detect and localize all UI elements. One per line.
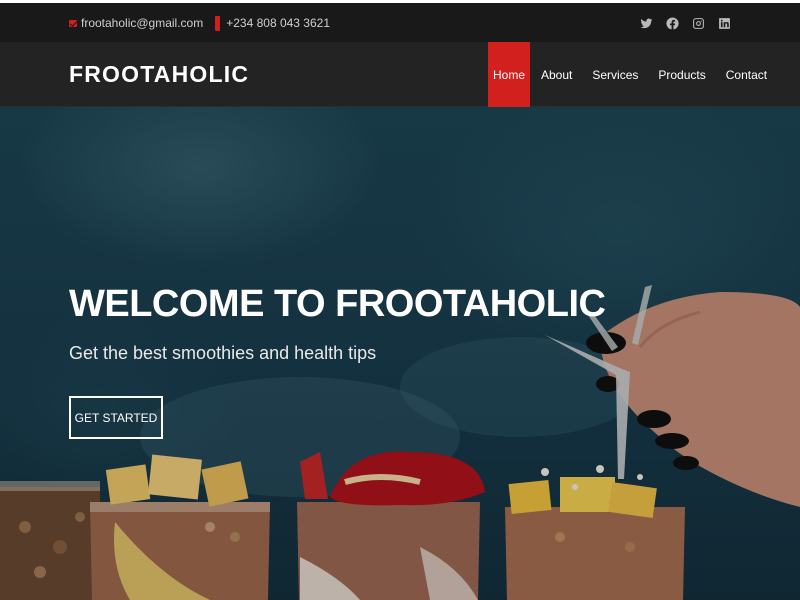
hero-subtitle: Get the best smoothies and health tips (69, 343, 377, 363)
mail-icon (69, 19, 77, 27)
twitter-icon[interactable] (638, 15, 654, 31)
facebook-icon[interactable] (664, 15, 680, 31)
get-started-button[interactable]: GET STARTED (69, 396, 163, 439)
nav-item-about[interactable]: About (530, 42, 582, 107)
phone-icon (215, 15, 221, 31)
contact-info: frootaholic@gmail.com +234 808 043 3621 (69, 15, 330, 31)
phone-number[interactable]: +234 808 043 3621 (226, 16, 330, 30)
hero-section: WELCOME TO FROOTAHOLIC Get the best smoo… (0, 107, 800, 600)
hero-title: WELCOME TO FROOTAHOLIC (69, 283, 606, 325)
page: frootaholic@gmail.com +234 808 043 3621 … (0, 3, 800, 600)
nav-item-products[interactable]: Products (648, 42, 715, 107)
main-header: FROOTAHOLIC Home About Services Products… (0, 42, 800, 107)
nav-item-contact[interactable]: Contact (716, 42, 777, 107)
main-nav: Home About Services Products Contact (488, 42, 777, 107)
social-links (638, 15, 742, 31)
nav-item-home[interactable]: Home (488, 42, 530, 107)
nav-item-services[interactable]: Services (582, 42, 648, 107)
site-logo[interactable]: FROOTAHOLIC (69, 61, 249, 88)
linkedin-icon[interactable] (716, 15, 732, 31)
instagram-icon[interactable] (690, 15, 706, 31)
email-link[interactable]: frootaholic@gmail.com (81, 16, 203, 30)
top-bar: frootaholic@gmail.com +234 808 043 3621 (0, 3, 800, 42)
